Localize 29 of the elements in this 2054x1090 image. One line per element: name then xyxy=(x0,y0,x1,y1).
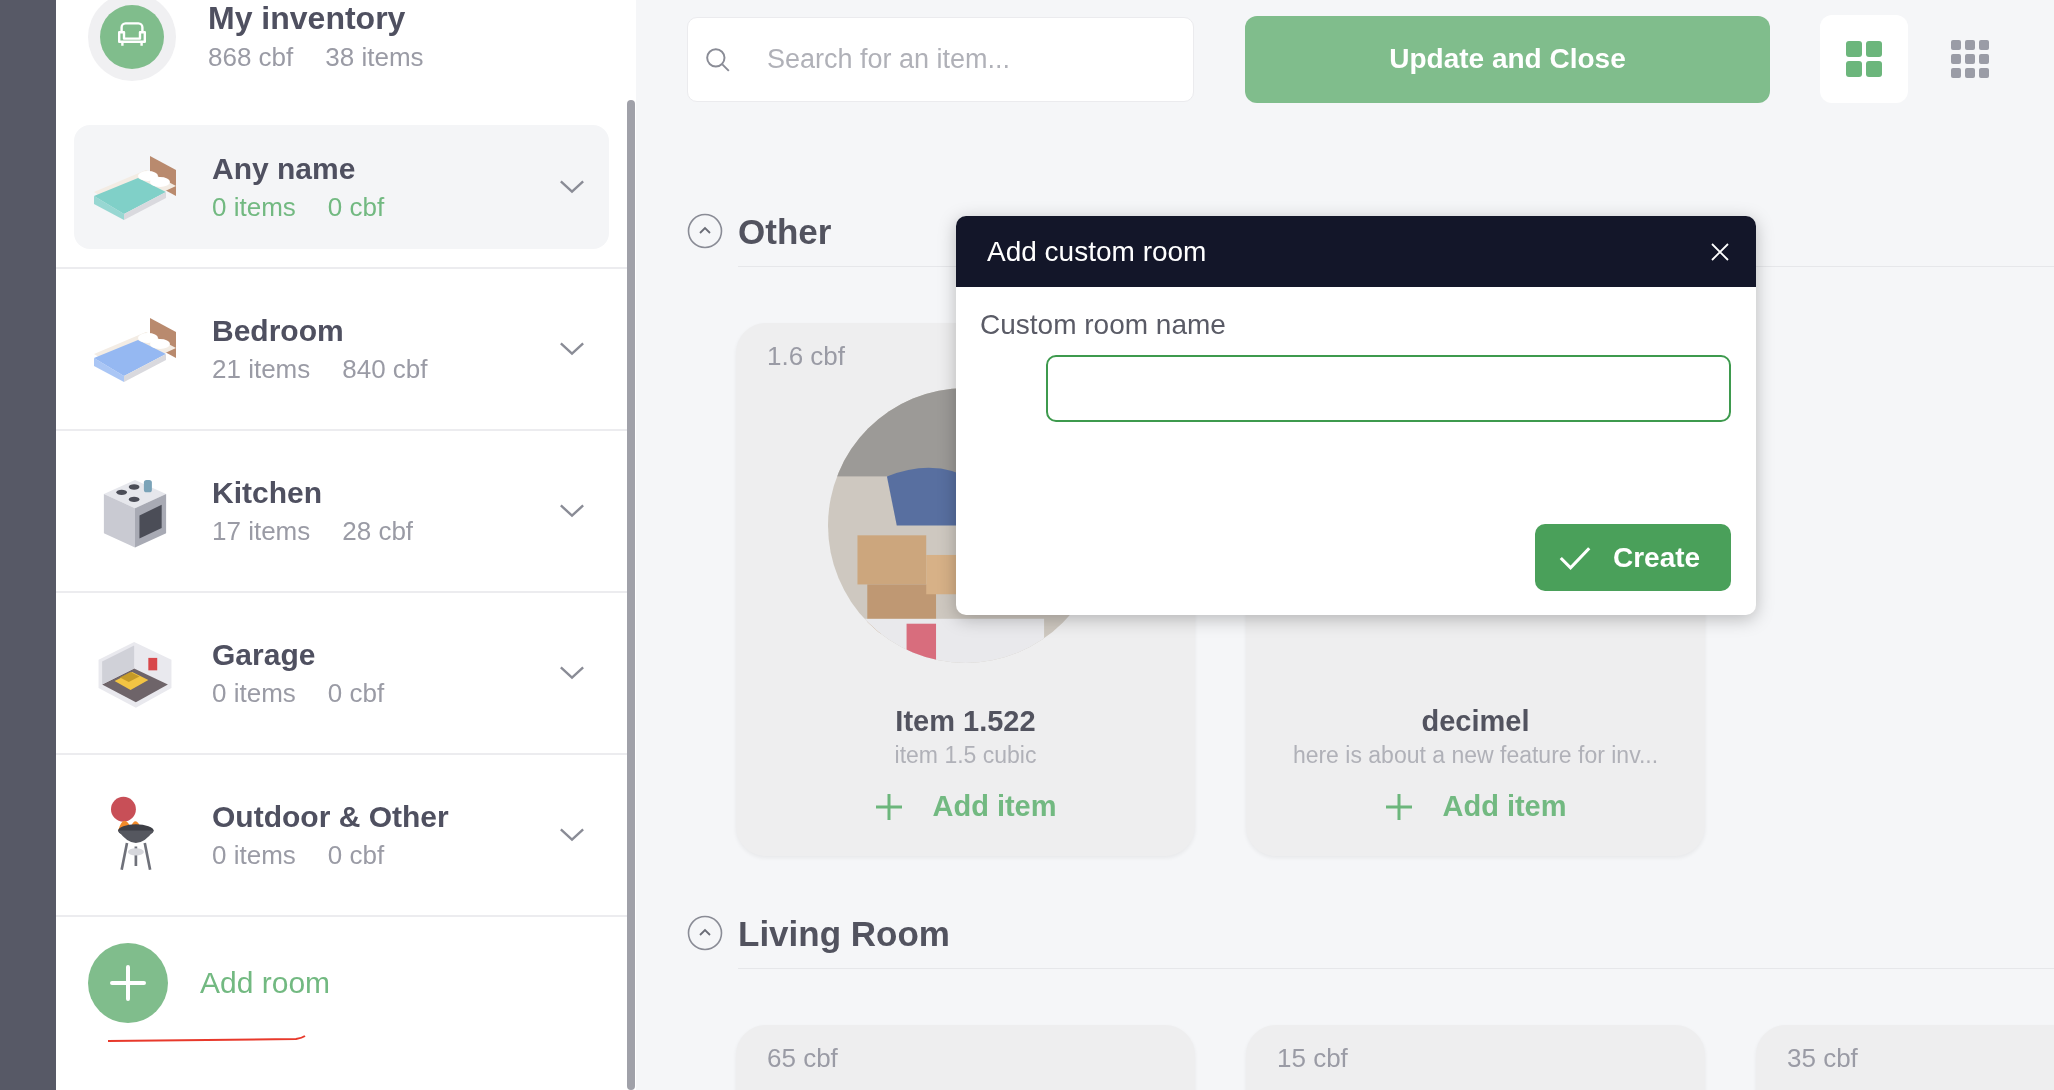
room-item-count: 0 items xyxy=(212,839,296,871)
item-volume: 15 cbf xyxy=(1277,1043,1348,1073)
room-item-count: 0 items xyxy=(212,677,296,709)
item-title: Item 1.522 xyxy=(895,705,1036,738)
inventory-count: 38 items xyxy=(325,42,424,74)
item-title: decimel xyxy=(1421,705,1530,738)
room-volume: 0 cbf xyxy=(327,191,385,223)
room-name: Any name xyxy=(212,151,357,186)
room-item-count: 21 items xyxy=(212,353,311,385)
inventory-volume: 868 cbf xyxy=(208,42,294,74)
room-volume: 840 cbf xyxy=(342,353,428,385)
room-item-count: 0 items xyxy=(212,191,296,223)
item-volume: 65 cbf xyxy=(767,1043,838,1073)
room-volume: 0 cbf xyxy=(327,677,385,709)
item-description: item 1.5 cubic xyxy=(894,742,1037,769)
item-volume: 35 cbf xyxy=(1787,1043,1858,1073)
room-item-count: 17 items xyxy=(212,515,311,547)
room-volume: 0 cbf xyxy=(327,839,385,871)
room-volume: 28 cbf xyxy=(342,515,414,547)
inventory-title: My inventory xyxy=(208,0,407,37)
room-name: Kitchen xyxy=(212,475,323,510)
field-label: Custom room name xyxy=(980,309,1227,341)
item-description: here is about a new feature for inv... xyxy=(1292,742,1659,769)
room-name: Garage xyxy=(212,637,317,672)
dialog-title: Add custom room xyxy=(987,235,1207,268)
section-title: Living Room xyxy=(738,908,2054,969)
item-volume: 1.6 cbf xyxy=(767,341,846,371)
room-name: Bedroom xyxy=(212,313,345,348)
room-name: Outdoor & Other xyxy=(212,799,450,834)
